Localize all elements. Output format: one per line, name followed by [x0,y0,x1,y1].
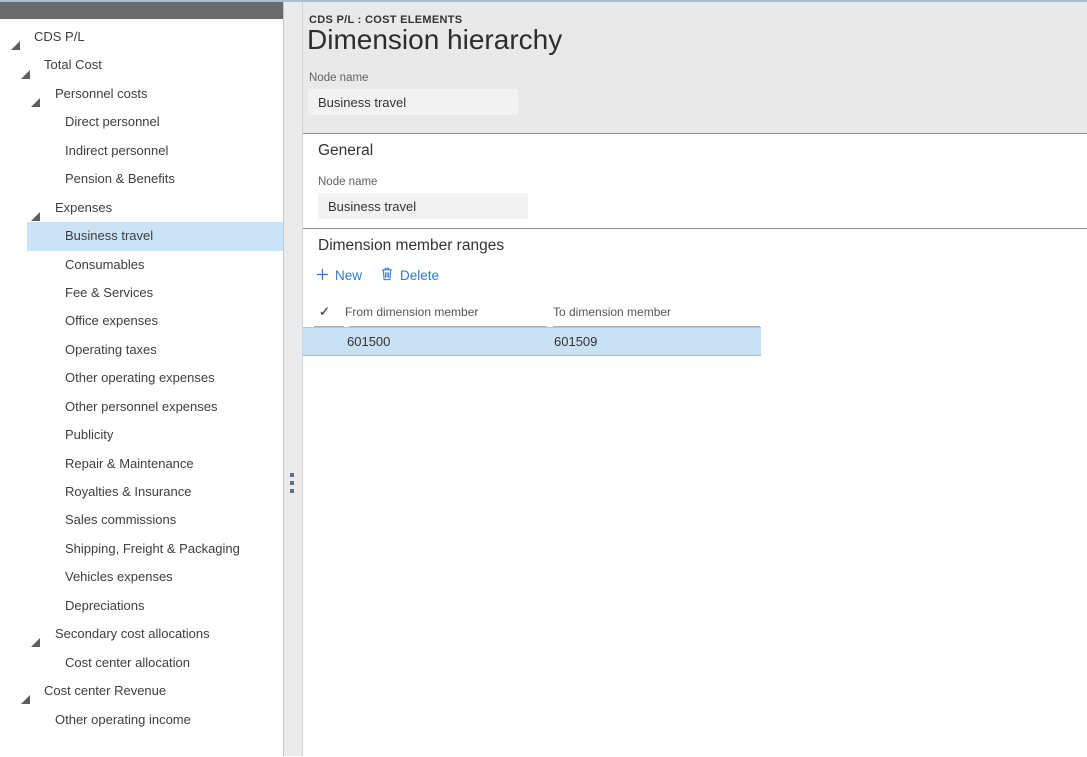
tree-item-repair-maintenance[interactable]: Repair & Maintenance [0,450,283,478]
tree-item-label: Expenses [0,194,283,222]
expand-arrow-icon[interactable] [11,32,20,41]
panel-splitter[interactable] [284,2,303,756]
tree-item-other-operating-income[interactable]: Other operating income [0,706,283,734]
expand-arrow-icon[interactable] [31,203,40,212]
tree-item-depreciations[interactable]: Depreciations [0,592,283,620]
delete-button[interactable]: Delete [380,267,439,284]
tree-item-cost-center-allocation[interactable]: Cost center allocation [0,649,283,677]
tree-item-label: Depreciations [0,592,283,620]
column-header-from-dimension-member[interactable]: From dimension member [345,305,478,319]
tree-item-indirect-personnel[interactable]: Indirect personnel [0,137,283,165]
tree-item-royalties-insurance[interactable]: Royalties & Insurance [0,478,283,506]
tree-item-label: Direct personnel [0,108,283,136]
tree-item-label: Indirect personnel [0,137,283,165]
delete-button-label: Delete [400,268,439,283]
cell-to-dimension-member: 601509 [554,328,597,355]
tree-item-label: Secondary cost allocations [0,620,283,648]
select-all-icon[interactable]: ✓ [319,304,330,320]
tree-item-label: Personnel costs [0,80,283,108]
tree-item-vehicles-expenses[interactable]: Vehicles expenses [0,563,283,591]
node-name-label: Node name [309,72,368,84]
tree-item-label: Operating taxes [0,336,283,364]
trash-icon [380,267,394,284]
tree-item-label: Repair & Maintenance [0,450,283,478]
tree-item-label: Shipping, Freight & Packaging [0,535,283,563]
tree-item-shipping-freight-packaging[interactable]: Shipping, Freight & Packaging [0,535,283,563]
tree-item-label: Office expenses [0,307,283,335]
section-dimension-member-ranges: Dimension member ranges New Delete [303,228,1087,757]
tree-item-direct-personnel[interactable]: Direct personnel [0,108,283,136]
tree-item-label: Consumables [0,251,283,279]
tree-item-label: Sales commissions [0,506,283,534]
node-name-input[interactable] [308,89,518,115]
tree-item-label: Business travel [0,222,283,250]
tree-item-business-travel-selected[interactable]: Business travel [0,222,283,250]
ranges-toolbar: New Delete [316,267,439,284]
expand-arrow-icon[interactable] [31,629,40,638]
new-button-label: New [335,268,362,283]
tree-item-sales-commissions[interactable]: Sales commissions [0,506,283,534]
section-general-title: General [318,142,373,160]
dimension-hierarchy-tree: CDS P/L Total Cost Personnel costs Direc… [0,23,283,734]
tree-item-label: CDS P/L [0,23,283,51]
general-node-name-label: Node name [318,176,377,188]
tree-item-label: Other operating income [0,706,283,734]
tree-item-total-cost[interactable]: Total Cost [0,51,283,79]
tree-item-secondary-cost-allocations[interactable]: Secondary cost allocations [0,620,283,648]
tree-item-label: Total Cost [0,51,283,79]
column-header-to-dimension-member[interactable]: To dimension member [553,305,671,319]
splitter-handle-icon[interactable] [290,473,294,497]
tree-item-fee-services[interactable]: Fee & Services [0,279,283,307]
tree-item-label: Publicity [0,421,283,449]
tree-item-label: Fee & Services [0,279,283,307]
tree-item-personnel-costs[interactable]: Personnel costs [0,80,283,108]
tree-item-office-expenses[interactable]: Office expenses [0,307,283,335]
tree-item-consumables[interactable]: Consumables [0,251,283,279]
new-button[interactable]: New [316,268,362,284]
detail-panel: CDS P/L : COST ELEMENTS Dimension hierar… [303,2,1087,756]
add-icon [316,268,329,284]
tree-item-label: Cost center Revenue [0,677,283,705]
section-general: General Node name [303,133,1087,229]
tree-item-label: Vehicles expenses [0,563,283,591]
top-hairline [0,0,1087,2]
tree-item-pension-benefits[interactable]: Pension & Benefits [0,165,283,193]
tree-item-label: Other personnel expenses [0,393,283,421]
expand-arrow-icon[interactable] [21,686,30,695]
tree-item-label: Other operating expenses [0,364,283,392]
grid-header: ✓ From dimension member To dimension mem… [303,301,761,326]
expand-arrow-icon[interactable] [31,89,40,98]
general-node-name-input[interactable] [318,193,528,219]
tree-item-publicity[interactable]: Publicity [0,421,283,449]
tree-item-other-operating-expenses[interactable]: Other operating expenses [0,364,283,392]
tree-item-other-personnel-expenses[interactable]: Other personnel expenses [0,393,283,421]
section-ranges-title: Dimension member ranges [318,237,504,255]
page-title: Dimension hierarchy [307,24,562,56]
tree-item-cost-center-revenue[interactable]: Cost center Revenue [0,677,283,705]
tree-item-label: Pension & Benefits [0,165,283,193]
tree-item-operating-taxes[interactable]: Operating taxes [0,336,283,364]
tree-item-label: Royalties & Insurance [0,478,283,506]
tree-item-label: Cost center allocation [0,649,283,677]
tree-panel-header-bar [0,2,283,19]
tree-item-cds-pl[interactable]: CDS P/L [0,23,283,51]
cell-from-dimension-member: 601500 [347,328,390,355]
table-row-selected[interactable]: 601500 601509 [303,327,761,356]
tree-item-expenses[interactable]: Expenses [0,194,283,222]
expand-arrow-icon[interactable] [21,61,30,70]
hierarchy-tree-panel: CDS P/L Total Cost Personnel costs Direc… [0,2,284,756]
